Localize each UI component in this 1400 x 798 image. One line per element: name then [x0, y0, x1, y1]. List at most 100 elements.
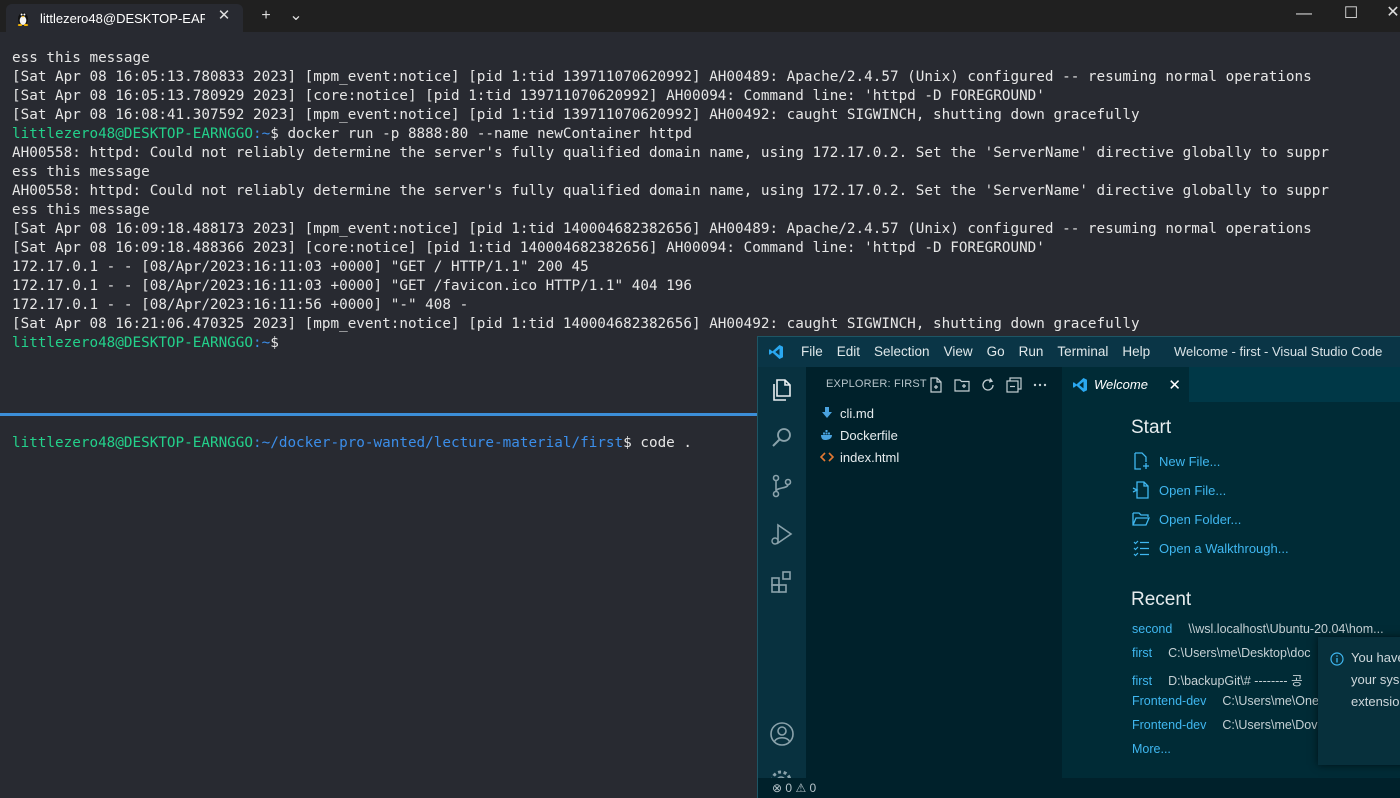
- terminal-line: AH00558: httpd: Could not reliably deter…: [12, 145, 1329, 161]
- accounts-icon[interactable]: [769, 721, 795, 747]
- link-label: Open a Walkthrough...: [1159, 540, 1289, 556]
- recent-path: D:\backupGit\# -------- 공: [1168, 674, 1303, 688]
- prompt-path: :~: [253, 126, 271, 142]
- tab-welcome[interactable]: Welcome ✕: [1062, 367, 1189, 402]
- menu-help[interactable]: Help: [1122, 344, 1150, 359]
- notification-text: You have: [1351, 650, 1400, 665]
- new-file-icon: [1134, 452, 1149, 470]
- terminal-line: [Sat Apr 08 16:09:18.488173 2023] [mpm_e…: [12, 221, 1312, 237]
- prompt-command: $ code .: [623, 435, 693, 451]
- open-walkthrough-link[interactable]: Open a Walkthrough...: [1131, 537, 1289, 559]
- prompt-command: $ docker run -p 8888:80 --name newContai…: [270, 126, 692, 142]
- status-bar: ⊗ 0 ⚠ 0: [758, 778, 1400, 798]
- file-item-cli-md[interactable]: cli.md: [820, 402, 874, 424]
- recent-path: C:\Users\me\Desktop\doc: [1168, 646, 1311, 660]
- recent-path: C:\Users\me\Dov: [1222, 718, 1318, 732]
- tab-close-icon[interactable]: ✕: [217, 8, 231, 23]
- new-file-link[interactable]: New File...: [1131, 450, 1220, 472]
- minimize-icon[interactable]: —: [1296, 6, 1312, 22]
- new-folder-icon[interactable]: [954, 377, 970, 393]
- folder-icon: [1132, 512, 1150, 526]
- recent-item[interactable]: first C:\Users\me\Desktop\doc: [1132, 646, 1311, 660]
- tab-title: littlezero48@DESKTOP-EARNGGO: ~: [40, 10, 205, 26]
- warning-count: 0: [809, 781, 817, 795]
- more-recent-link[interactable]: More...: [1132, 742, 1171, 756]
- recent-item[interactable]: second \\wsl.localhost\Ubuntu-20.04\hom..…: [1132, 622, 1384, 636]
- vscode-logo-icon: [1073, 377, 1087, 392]
- menu-edit[interactable]: Edit: [837, 344, 860, 359]
- menu-selection[interactable]: Selection: [874, 344, 930, 359]
- terminal-line: 172.17.0.1 - - [08/Apr/2023:16:11:03 +00…: [12, 259, 589, 275]
- maximize-icon[interactable]: ☐: [1343, 6, 1359, 22]
- terminal-line: 172.17.0.1 - - [08/Apr/2023:16:11:03 +00…: [12, 278, 692, 294]
- terminal-line: ess this message: [12, 164, 150, 180]
- menu-view[interactable]: View: [944, 344, 973, 359]
- recent-name: first: [1132, 674, 1153, 688]
- menu-go[interactable]: Go: [987, 344, 1005, 359]
- linux-penguin-icon: [17, 12, 29, 26]
- vscode-logo-icon: [769, 345, 783, 359]
- recent-item[interactable]: first D:\backupGit\# -------- 공: [1132, 670, 1303, 689]
- open-file-link[interactable]: Open File...: [1131, 479, 1226, 501]
- prompt-user: littlezero48@DESKTOP-EARNGGO: [12, 335, 254, 351]
- explorer-sidebar: EXPLORER: FIRST cli.md Dockerfile index.…: [806, 367, 1062, 778]
- explorer-title: EXPLORER: FIRST: [826, 378, 927, 390]
- link-label: Open Folder...: [1159, 511, 1242, 527]
- run-debug-icon[interactable]: [769, 521, 795, 547]
- terminal-line: littlezero48@DESKTOP-EARNGGO:~$ docker r…: [12, 125, 1329, 144]
- terminal-line: ess this message: [12, 50, 150, 66]
- docker-icon: [821, 430, 832, 440]
- file-item-index-html[interactable]: index.html: [820, 446, 899, 468]
- file-name: cli.md: [840, 405, 874, 421]
- explorer-files-icon[interactable]: [769, 377, 795, 403]
- prompt-user: littlezero48@DESKTOP-EARNGGO: [12, 126, 254, 142]
- warning-icon: ⚠: [795, 781, 807, 795]
- source-control-icon[interactable]: [769, 473, 795, 499]
- open-folder-link[interactable]: Open Folder...: [1131, 508, 1241, 530]
- prompt-path: :~: [253, 335, 271, 351]
- problems-indicator[interactable]: ⊗ 0 ⚠ 0: [772, 781, 816, 795]
- terminal-line: [Sat Apr 08 16:21:06.470325 2023] [mpm_e…: [12, 316, 1140, 332]
- recent-name: Frontend-dev: [1132, 718, 1207, 732]
- vscode-window[interactable]: File Edit Selection View Go Run Terminal…: [757, 336, 1400, 798]
- prompt-user: littlezero48@DESKTOP-EARNGGO: [12, 435, 254, 451]
- window-close-icon[interactable]: ✕: [1385, 5, 1400, 21]
- terminal-prompt-line: littlezero48@DESKTOP-EARNGGO:~/docker-pr…: [12, 434, 692, 453]
- recent-item[interactable]: Frontend-dev C:\Users\me\One: [1132, 694, 1319, 708]
- tab-dropdown-chevron-icon[interactable]: ⌄: [288, 8, 304, 24]
- new-file-icon[interactable]: [928, 377, 944, 393]
- terminal-line: AH00558: httpd: Could not reliably deter…: [12, 183, 1329, 199]
- file-name: index.html: [840, 449, 900, 465]
- menu-terminal[interactable]: Terminal: [1057, 344, 1108, 359]
- menu-file[interactable]: File: [801, 344, 823, 359]
- tab-close-icon[interactable]: ✕: [1168, 376, 1181, 394]
- terminal-output: ess this message [Sat Apr 08 16:05:13.780…: [12, 49, 1329, 353]
- terminal-line: [Sat Apr 08 16:05:13.780833 2023] [mpm_e…: [12, 69, 1312, 85]
- start-heading: Start: [1131, 417, 1172, 438]
- menu-run[interactable]: Run: [1019, 344, 1044, 359]
- notification-toast[interactable]: You have your sys extension: [1318, 637, 1400, 765]
- search-icon[interactable]: [769, 425, 795, 451]
- download-icon: [822, 407, 832, 418]
- editor-tabs: Welcome ✕: [1062, 367, 1400, 402]
- recent-item[interactable]: Frontend-dev C:\Users\me\Dov: [1132, 718, 1318, 732]
- tab-label: Welcome: [1094, 377, 1148, 392]
- window-title: Welcome - first - Visual Studio Code: [1174, 344, 1383, 359]
- new-tab-plus-icon[interactable]: +: [258, 8, 274, 24]
- list-checklist-icon: [1133, 540, 1149, 557]
- recent-name: second: [1132, 622, 1173, 636]
- more-actions-icon[interactable]: [1032, 377, 1048, 393]
- prompt-path: :~/docker-pro-wanted/lecture-material/fi…: [253, 435, 624, 451]
- link-label: Open File...: [1159, 482, 1227, 498]
- vscode-title-bar: File Edit Selection View Go Run Terminal…: [758, 337, 1400, 367]
- recent-path: \\wsl.localhost\Ubuntu-20.04\hom...: [1188, 622, 1384, 636]
- error-icon: ⊗: [772, 781, 783, 795]
- file-item-dockerfile[interactable]: Dockerfile: [820, 424, 898, 446]
- refresh-icon[interactable]: [980, 377, 996, 393]
- recent-heading: Recent: [1131, 589, 1192, 610]
- recent-name: first: [1132, 646, 1153, 660]
- extensions-icon[interactable]: [769, 569, 795, 595]
- menu-bar: File Edit Selection View Go Run Terminal…: [801, 344, 1164, 359]
- collapse-all-icon[interactable]: [1006, 377, 1022, 393]
- terminal-tab[interactable]: littlezero48@DESKTOP-EARNGGO: ~ ✕: [6, 4, 243, 32]
